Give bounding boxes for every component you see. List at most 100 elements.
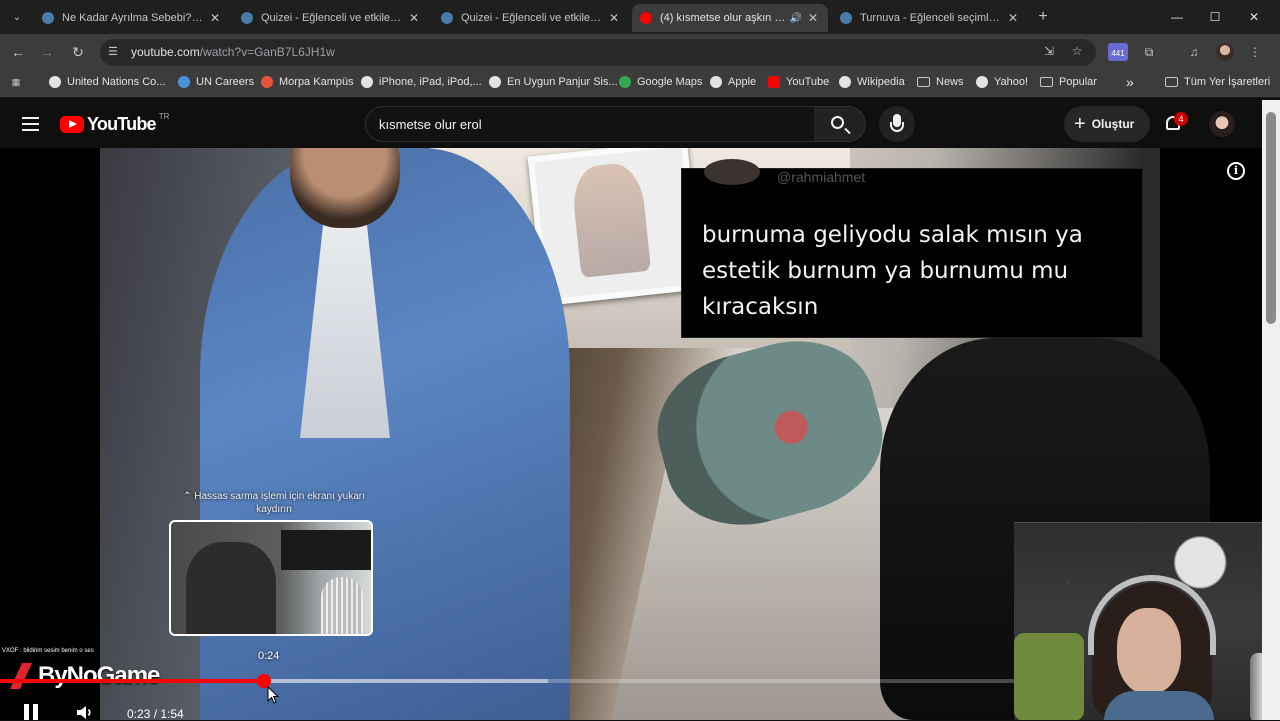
tweet-avatar [704,159,760,185]
site-info-icon[interactable]: ☰ [108,45,122,59]
tweet-overlay: @rahmiahmet burnuma geliyodu salak mısın… [681,159,1143,338]
browser-menu-icon[interactable]: ⋮ [1246,43,1264,61]
voice-search-button[interactable] [879,106,915,142]
menu-hamburger-icon[interactable] [22,117,39,131]
current-time: 0:23 [127,707,151,721]
maps-icon [619,76,631,88]
headphones [1088,575,1216,655]
logo-text: YouTube [87,114,157,134]
page-scrollbar[interactable] [1262,100,1280,720]
close-tab-icon[interactable]: ✕ [607,11,621,25]
account-avatar[interactable] [1209,111,1235,137]
stream-ticker: VXOF : bildirim sesim benim o ses [2,648,94,654]
tweet-text: burnuma geliyodu salak mısın ya estetik … [702,222,1083,320]
tweet-handle: @rahmiahmet [777,169,866,185]
apps-grid-icon[interactable]: ▦ [10,76,28,88]
close-tab-icon[interactable]: ✕ [1006,11,1020,25]
plus-icon: + [1074,113,1086,135]
tab-title: (4) kısmetse olur aşkın gücü [660,12,786,24]
media-controls-icon[interactable]: ♫ [1185,43,1203,61]
search-input[interactable]: kısmetse olur erol [365,106,815,142]
bookmark-star-icon[interactable]: ☆ [1069,44,1085,60]
bookmark-morpa[interactable]: Morpa Kampüs [261,76,354,88]
minimize-icon[interactable]: — [1168,8,1186,26]
close-tab-icon[interactable]: ✕ [407,11,421,25]
streamer-webcam [1014,522,1280,720]
bookmark-iphone[interactable]: iPhone, iPad, iPod,... [361,76,482,88]
globe-icon [361,76,373,88]
new-tab-button[interactable]: + [1034,8,1052,26]
forward-icon[interactable]: → [38,43,56,61]
volume-icon[interactable] [76,705,94,720]
create-button[interactable]: + Oluştur [1064,106,1150,142]
browser-tab-5[interactable]: Turnuva - Eğlenceli seçimler yap ✕ [832,4,1028,32]
youtube-icon [768,76,780,88]
url-bar[interactable]: ☰ youtube.com/watch?v=GanB7L6JH1w ⇲ ☆ [100,39,1096,66]
close-tab-icon[interactable]: ✕ [806,11,820,25]
extension-badge[interactable]: 441 [1108,43,1128,61]
tab-title: Turnuva - Eğlenceli seçimler yap [860,12,1002,24]
bookmark-folder-popular[interactable]: Popular [1040,76,1097,88]
address-toolbar: ← → ↻ ☰ youtube.com/watch?v=GanB7L6JH1w … [0,34,1280,70]
url-path: /watch?v=GanB7L6JH1w [199,45,335,59]
tab-title: Quizei - Eğlenceli ve etkileşimli [461,12,603,24]
pause-button[interactable] [24,704,42,720]
search-query: kısmetse olur erol [379,117,482,132]
url-host: youtube.com [131,45,200,59]
country-code: TR [158,112,170,121]
all-bookmarks-button[interactable]: Tüm Yer İşaretleri [1165,76,1270,88]
browser-tab-bar: ⌄ Ne Kadar Ayrılma Sebebi?? #1 - ✕ Quize… [0,0,1280,34]
bookmark-panjur[interactable]: En Uygun Panjur Sis... [489,76,618,88]
browser-tab-1[interactable]: Ne Kadar Ayrılma Sebebi?? #1 - ✕ [34,4,230,32]
notification-count-badge: 4 [1174,112,1188,126]
youtube-play-logo-icon [60,116,84,133]
folder-icon [1165,77,1178,87]
close-window-icon[interactable]: ✕ [1245,8,1263,26]
browser-tab-4-active[interactable]: (4) kısmetse olur aşkın gücü 🔊 ✕ [632,4,828,32]
back-icon[interactable]: ← [9,43,27,61]
bookmarks-overflow-button[interactable]: » [1126,74,1134,90]
search-icon [831,116,844,129]
bookmark-folder-news[interactable]: News [917,76,964,88]
progress-played [0,679,264,683]
overlay-brand-text: ByNoGame [38,662,160,689]
tab-favicon-icon [441,12,453,24]
bookmark-youtube[interactable]: YouTube [768,76,829,88]
globe-icon [49,76,61,88]
bookmark-yahoo[interactable]: Yahoo! [976,76,1028,88]
un-icon [178,76,190,88]
bookmark-wikipedia[interactable]: Wikipedia [839,76,905,88]
extensions-puzzle-icon[interactable]: ⧉ [1140,43,1158,61]
youtube-logo[interactable]: YouTube TR [60,112,170,135]
search-button[interactable] [814,106,866,142]
reload-icon[interactable]: ↻ [69,43,87,61]
seek-preview-thumbnail [169,520,373,636]
globe-icon [839,76,851,88]
tab-title: Quizei - Eğlenceli ve etkileşimli [261,12,403,24]
bookmark-apple[interactable]: Apple [710,76,756,88]
folder-icon [1040,77,1053,87]
tab-search-chevron-icon[interactable]: ⌄ [8,8,26,26]
video-info-icon[interactable]: i [1227,162,1245,180]
time-display: 0:23 / 1:54 [127,707,184,721]
install-app-icon[interactable]: ⇲ [1041,44,1057,60]
bookmark-un-careers[interactable]: UN Careers [178,76,254,88]
tab-favicon-icon [42,12,54,24]
bookmark-united-nations[interactable]: United Nations Co... [49,76,165,88]
close-tab-icon[interactable]: ✕ [208,11,222,25]
globe-icon [976,76,988,88]
youtube-header: YouTube TR kısmetse olur erol + Oluştur [0,100,1262,148]
globe-icon [710,76,722,88]
maximize-icon[interactable]: ☐ [1206,8,1224,26]
morpa-icon [261,76,273,88]
bookmark-google-maps[interactable]: Google Maps [619,76,702,88]
youtube-favicon-icon [640,12,652,24]
speaker-icon[interactable]: 🔊 [790,13,802,24]
browser-profile-avatar[interactable] [1216,43,1234,61]
folder-icon [917,77,930,87]
browser-tab-2[interactable]: Quizei - Eğlenceli ve etkileşimli ✕ [233,4,429,32]
tab-title: Ne Kadar Ayrılma Sebebi?? #1 - [62,12,204,24]
tab-favicon-icon [241,12,253,24]
browser-tab-3[interactable]: Quizei - Eğlenceli ve etkileşimli ✕ [433,4,629,32]
scrollbar-thumb[interactable] [1266,112,1276,324]
